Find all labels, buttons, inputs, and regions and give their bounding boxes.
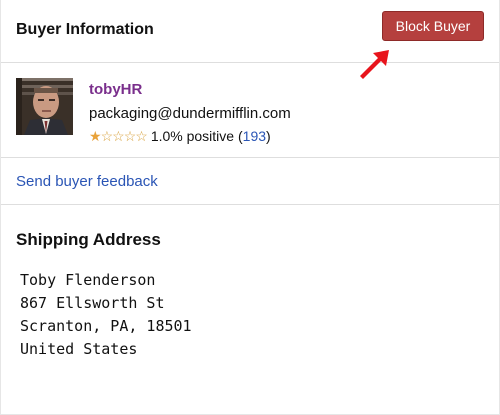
address-line: 867 Ellsworth St <box>20 294 165 312</box>
block-buyer-button[interactable]: Block Buyer <box>382 11 484 41</box>
star-icon: ★ <box>89 128 102 144</box>
star-icon: ☆ <box>100 128 114 144</box>
feedback-row: Send buyer feedback <box>1 158 499 205</box>
buyer-info-panel: Buyer Information Block Buyer tobyHR pac… <box>0 0 500 415</box>
address-line: Toby Flenderson <box>20 271 156 289</box>
buyer-username-link[interactable]: tobyHR <box>89 81 142 98</box>
address-line: United States <box>20 340 138 358</box>
feedback-count-link[interactable]: 193 <box>243 128 266 144</box>
address-line: Scranton, PA, 18501 <box>20 317 192 335</box>
star-icon: ☆ <box>112 128 125 144</box>
shipping-address: Toby Flenderson 867 Ellsworth St Scranto… <box>20 269 192 361</box>
buyer-rating: ★☆☆☆☆ 1.0% positive (193) <box>89 128 271 145</box>
star-rating: ★☆☆☆☆ <box>89 128 148 145</box>
buyer-email: packaging@dundermifflin.com <box>89 105 291 122</box>
buyer-info-header: Buyer Information Block Buyer <box>1 0 499 79</box>
avatar[interactable] <box>16 78 73 135</box>
section-title: Buyer Information <box>16 21 154 38</box>
close-paren: ) <box>266 128 271 144</box>
send-buyer-feedback-link[interactable]: Send buyer feedback <box>16 173 158 190</box>
star-icon: ☆ <box>123 128 137 144</box>
buyer-summary: tobyHR packaging@dundermifflin.com ★☆☆☆☆… <box>1 63 499 158</box>
positive-percent: 1.0% positive <box>150 128 235 144</box>
shipping-title: Shipping Address <box>16 230 161 249</box>
star-icon: ☆ <box>135 128 148 144</box>
avatar-photo-icon <box>16 78 73 135</box>
shipping-section: Shipping Address Toby Flenderson 867 Ell… <box>1 205 499 405</box>
